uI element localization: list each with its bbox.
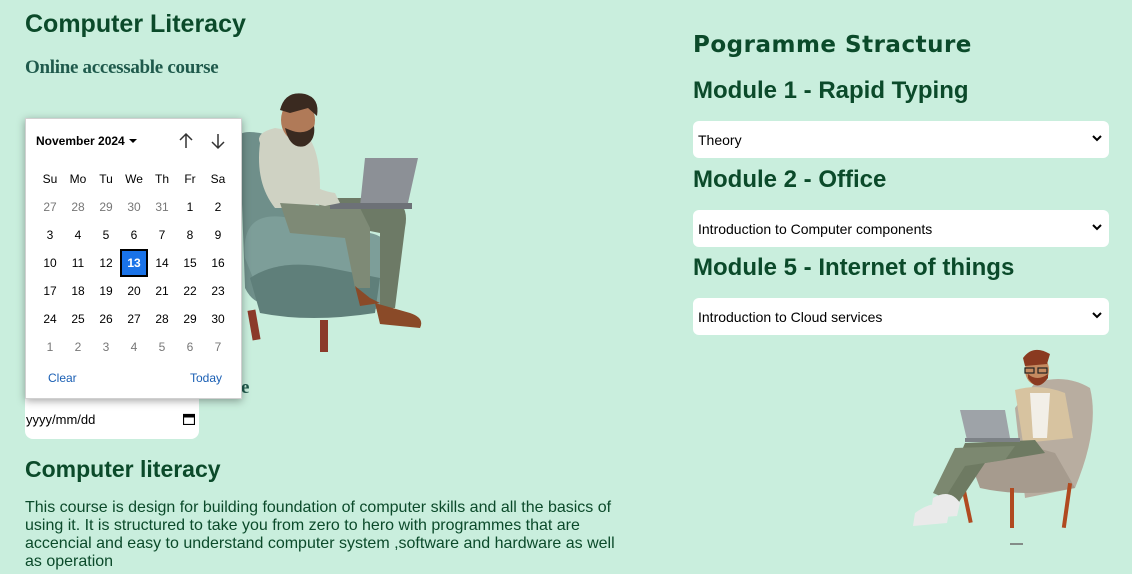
calendar-day[interactable]: 28 (148, 305, 176, 333)
chevron-down-icon (1092, 312, 1102, 319)
calendar-day[interactable]: 29 (92, 193, 120, 221)
course-description: This course is design for building found… (25, 499, 615, 570)
module-2-title: Module 2 - Office (693, 166, 887, 193)
calendar-day[interactable]: 22 (176, 277, 204, 305)
calendar-day[interactable]: 25 (64, 305, 92, 333)
calendar-day[interactable]: 30 (120, 193, 148, 221)
chevron-down-icon (1092, 224, 1102, 231)
month-year-label: November 2024 (36, 134, 125, 148)
caret-down-icon (128, 139, 137, 143)
calendar-day[interactable]: 16 (204, 249, 232, 277)
arrow-down-icon[interactable] (208, 131, 228, 151)
calendar-day[interactable]: 2 (64, 333, 92, 361)
month-year-selector[interactable]: November 2024 (36, 134, 137, 148)
calendar-day[interactable]: 3 (92, 333, 120, 361)
calendar-day[interactable]: 2 (204, 193, 232, 221)
chevron-down-icon (1092, 135, 1102, 142)
programme-title: Pogramme Stracture (693, 32, 972, 58)
calendar-day[interactable]: 31 (148, 193, 176, 221)
module-1-selected-value: Theory (698, 131, 742, 148)
calendar-day[interactable]: 15 (176, 249, 204, 277)
calendar-day[interactable]: 1 (176, 193, 204, 221)
calendar-day[interactable]: 11 (64, 249, 92, 277)
calendar-day[interactable]: 3 (36, 221, 64, 249)
clear-button[interactable]: Clear (48, 371, 77, 385)
calendar-day[interactable]: 7 (148, 221, 176, 249)
calendar-icon[interactable] (183, 413, 195, 425)
man-glasses-laptop-illustration (913, 349, 1093, 545)
module-5-title: Module 5 - Internet of things (693, 254, 1015, 281)
module-1-select[interactable]: Theory (693, 121, 1109, 158)
calendar-day[interactable]: 6 (120, 221, 148, 249)
calendar-day[interactable]: 26 (92, 305, 120, 333)
calendar-day[interactable]: 17 (36, 277, 64, 305)
calendar-day[interactable]: 7 (204, 333, 232, 361)
module-5-selected-value: Introduction to Cloud services (698, 308, 883, 325)
calendar-day[interactable]: 27 (36, 193, 64, 221)
weekday-header: Fr (184, 172, 196, 186)
calendar-day[interactable]: 10 (36, 249, 64, 277)
calendar-day[interactable]: 27 (120, 305, 148, 333)
arrow-up-icon[interactable] (176, 131, 196, 151)
calendar-day[interactable]: 13 (120, 249, 148, 277)
module-1-title: Module 1 - Rapid Typing (693, 77, 969, 104)
calendar-day[interactable]: 8 (176, 221, 204, 249)
module-5-select[interactable]: Introduction to Cloud services (693, 298, 1109, 335)
calendar-day[interactable]: 23 (204, 277, 232, 305)
calendar-day[interactable]: 24 (36, 305, 64, 333)
calendar-day[interactable]: 5 (148, 333, 176, 361)
calendar-day[interactable]: 12 (92, 249, 120, 277)
calendar-day[interactable]: 6 (176, 333, 204, 361)
weekday-header: Mo (69, 172, 87, 186)
weekday-header: Tu (99, 172, 113, 186)
calendar-day[interactable]: 14 (148, 249, 176, 277)
calendar-day[interactable]: 4 (64, 221, 92, 249)
calendar-day[interactable]: 1 (36, 333, 64, 361)
man-laptop-illustration (237, 93, 422, 352)
date-placeholder: yyyy/mm/dd (26, 411, 96, 427)
calendar-day[interactable]: 5 (92, 221, 120, 249)
module-2-select[interactable]: Introduction to Computer components (693, 210, 1109, 247)
date-picker-popup[interactable]: November 2024 Su Mo Tu We Th Fr Sa 27 28 29 30 31 1 2… (25, 118, 242, 399)
calendar-day[interactable]: 18 (64, 277, 92, 305)
weekday-header: Sa (210, 172, 226, 186)
start-date-input[interactable]: yyyy/mm/dd (25, 399, 199, 439)
calendar-day[interactable]: 4 (120, 333, 148, 361)
calendar-day[interactable]: 19 (92, 277, 120, 305)
calendar-day[interactable]: 29 (176, 305, 204, 333)
calendar-day[interactable]: 30 (204, 305, 232, 333)
section-title: Computer literacy (25, 456, 221, 482)
module-2-selected-value: Introduction to Computer components (698, 220, 933, 237)
weekday-header: Th (154, 172, 169, 186)
calendar-day[interactable]: 9 (204, 221, 232, 249)
calendar-day[interactable]: 21 (148, 277, 176, 305)
course-subtitle: Online accessable course (25, 57, 219, 78)
weekday-header: We (125, 172, 143, 186)
today-button[interactable]: Today (190, 371, 222, 385)
weekday-header: Su (42, 172, 58, 186)
page-title: Computer Literacy (25, 10, 246, 38)
calendar-day[interactable]: 28 (64, 193, 92, 221)
calendar-day[interactable]: 20 (120, 277, 148, 305)
